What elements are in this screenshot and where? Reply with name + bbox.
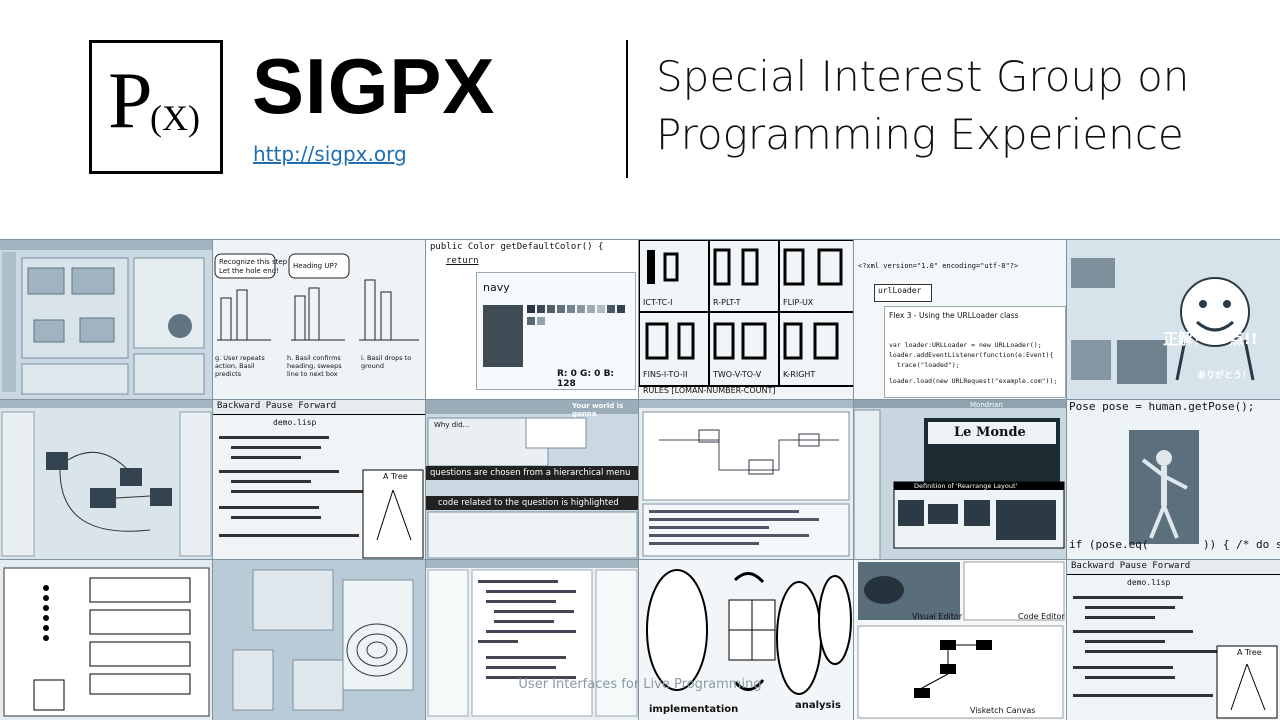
tile-list-editor: [0, 559, 214, 720]
urlloader-pill-label: urlLoader: [878, 286, 922, 295]
color-search-input[interactable]: navy: [483, 281, 510, 294]
mondrian-title: Mondrian: [970, 401, 1003, 409]
tile-graph-editor: [0, 399, 214, 561]
rule-label-1: ICT-TC-I: [643, 298, 673, 307]
stepper-code-lines: [219, 436, 424, 559]
tile-wireframe-3d: [212, 559, 427, 720]
flex-code-1: var loader:URLLoader = new URLLoader();: [889, 341, 1042, 349]
pose-photo: [1129, 430, 1199, 544]
tile-lisp-stepper: Backward Pause Forward demo.lisp A Tree: [212, 399, 427, 561]
impl-analysis-illustration: [639, 560, 854, 720]
rule-label-6: K-RIGHT: [783, 370, 816, 379]
color-code-line: public Color getDefaultColor() {: [430, 242, 604, 252]
sigpx-url-link[interactable]: http://sigpx.org: [253, 142, 407, 166]
rule-label-4: FINS-I-TO-II: [643, 370, 688, 379]
tile-impl-analysis: implementation analysis: [638, 559, 855, 720]
pose-code-line-1: Pose pose = human.getPose();: [1069, 400, 1255, 413]
tagline-line-2: Programming Experience: [656, 110, 1184, 159]
tile-circuit-ide: [638, 399, 855, 561]
list-editor-illustration: [0, 560, 213, 720]
flex-code-4: loader.load(new URLRequest("example.com"…: [889, 377, 1058, 385]
impl-caption: implementation: [649, 704, 739, 715]
tile-whyline: Why did... Your world is gonna questions…: [425, 399, 640, 561]
tile-pose-code: Pose pose = human.getPose(); if (pose.eq…: [1066, 399, 1280, 561]
screenshot-collage: Recognize this step Let the hole end! He…: [0, 239, 1280, 720]
rule-label-3: FLIP-UX: [783, 298, 814, 307]
pose-code-line-3: )) { /* do sth */ }: [1203, 538, 1280, 551]
pose-code-line-2: if (pose.eq(: [1069, 538, 1149, 551]
mondrian-newspaper-title: Le Monde: [954, 425, 1026, 440]
stepper-file-title: demo.lisp: [273, 418, 317, 427]
color-swatch-preview: [483, 305, 523, 367]
color-code-return: return: [446, 256, 479, 266]
rule-label-2: R-PLT-T: [713, 298, 741, 307]
tagline-line-1: Special Interest Group on: [656, 52, 1190, 101]
flex-code-2: loader.addEventListener(function(e:Event…: [889, 351, 1054, 359]
flex-doc-popup: Flex 3 - Using the URLLoader class var l…: [884, 306, 1066, 398]
eclipse-illustration: [426, 560, 639, 720]
whyline-world-title: Your world is gonna: [572, 402, 624, 418]
circuit-ide-illustration: [639, 400, 854, 560]
color-picker-popup: navy R: 0 G: 0 B: 128: [476, 272, 636, 390]
flex-doc-title: Flex 3 - Using the URLLoader class: [889, 311, 1019, 320]
wireframe-illustration: [213, 560, 426, 720]
tagline: Special Interest Group on Programming Ex…: [656, 48, 1189, 164]
tile-flex-docs: <?xml version="1.0" encoding="utf-8"?> u…: [853, 239, 1068, 401]
whyline-caption-2: code related to the question is highligh…: [438, 498, 619, 508]
smiley-score: 正解！99点!!: [1163, 330, 1258, 348]
tile-mondrian: Mondrian Le Monde Definition of 'Rearran…: [853, 399, 1068, 561]
code-editor-caption: Code Editor: [1018, 612, 1065, 621]
visketch-canvas-caption: Visketch Canvas: [970, 706, 1036, 715]
basil-prompt-2: Let the hole end!: [219, 267, 279, 275]
visual-editor-caption: Visual Editor: [912, 612, 963, 621]
tile-lisp-stepper-2: Backward Pause Forward demo.lisp A Tree: [1066, 559, 1280, 720]
flex-code-3: trace("loaded");: [897, 361, 960, 369]
stepper2-menu-buttons[interactable]: Backward Pause Forward: [1071, 561, 1190, 571]
whyline-why-menu[interactable]: Why did...: [434, 421, 469, 429]
stepper-menu-buttons[interactable]: Backward Pause Forward: [217, 401, 336, 411]
tile-smiley-app: 正解！99点!! ありがとう！: [1066, 239, 1280, 401]
stepper-tree-title: A Tree: [383, 472, 408, 481]
logo-letter-x: (X): [150, 98, 200, 138]
color-rgb-readout: R: 0 G: 0 B: 128: [557, 369, 615, 389]
collage-caption: User Interfaces for Live Programming: [518, 677, 762, 692]
tile-rules-grid: ICT-TC-I R-PLT-T FLIP-UX FINS-I-TO-II TW…: [638, 239, 855, 401]
urlloader-pill[interactable]: urlLoader: [874, 284, 932, 302]
rule-label-5: TWO-V-TO-V: [713, 370, 762, 379]
stepper2-menu: Backward Pause Forward: [1067, 560, 1280, 575]
logo-letter-p: P: [108, 57, 153, 145]
stepper2-file-title: demo.lisp: [1127, 578, 1171, 587]
basil-heading: Heading UP?: [293, 262, 338, 270]
stepper2-tree-title: A Tree: [1237, 648, 1262, 657]
tile-basil-demo: Recognize this step Let the hole end! He…: [212, 239, 427, 401]
stepper-menu: Backward Pause Forward: [213, 400, 426, 415]
tile-ide-screenshot: [0, 239, 214, 401]
rules-footer: RULES [LOMAN-NUMBER-COUNT]: [643, 386, 776, 395]
smiley-thanks: ありがとう！: [1197, 371, 1252, 381]
color-swatch-grid: [527, 305, 625, 325]
analysis-caption: analysis: [795, 700, 841, 711]
tile-visketch: Visual Editor Code Editor Visketch Canva…: [853, 559, 1068, 720]
tile-color-picker: public Color getDefaultColor() { return …: [425, 239, 640, 401]
visketch-illustration: [854, 560, 1067, 720]
basil-caption-h: h. Basil confirms heading, sweeps line t…: [287, 354, 342, 378]
sigpx-logo: P (X): [89, 40, 223, 174]
brand-title: SIGPX: [252, 42, 496, 130]
header-divider: [626, 40, 628, 178]
ide-illustration: [0, 240, 213, 400]
basil-caption-g: g. User repeats action, Basil predicts: [215, 354, 265, 378]
tile-eclipse-code: [425, 559, 640, 720]
whyline-caption-1: questions are chosen from a hierarchical…: [430, 468, 631, 478]
graph-editor-illustration: [0, 400, 213, 560]
mondrian-illustration: [854, 400, 1067, 560]
flex-xml-decl: <?xml version="1.0" encoding="utf-8"?>: [858, 262, 1019, 270]
basil-caption-i: i. Basil drops to ground: [361, 354, 412, 370]
basil-prompt-1: Recognize this step: [219, 258, 288, 266]
mondrian-definition: Definition of 'Rearrange Layout': [914, 482, 1018, 490]
